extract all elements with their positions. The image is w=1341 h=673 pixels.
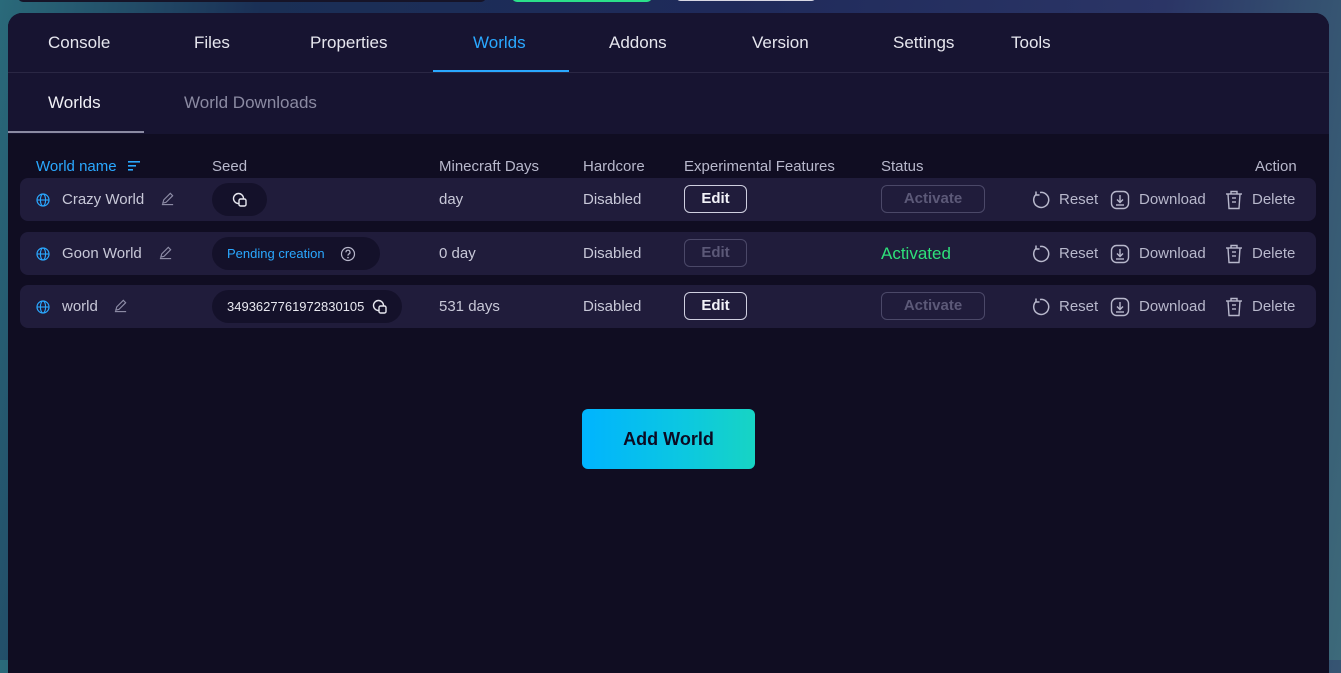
world-name: Crazy World	[62, 191, 145, 208]
delete-label: Delete	[1252, 245, 1296, 262]
edit-experimental-button[interactable]: Edit	[684, 239, 747, 267]
delete-button[interactable]: Delete	[1225, 285, 1295, 328]
activate-button[interactable]: Activate	[881, 185, 985, 213]
tab-tools[interactable]: Tools	[1011, 13, 1051, 72]
table-row: Crazy World day Disabled Edit Activate R…	[20, 178, 1316, 221]
reset-button[interactable]: Reset	[1030, 232, 1098, 275]
tab-files[interactable]: Files	[194, 13, 230, 72]
copy-icon	[373, 299, 388, 314]
download-label: Download	[1139, 298, 1206, 315]
minecraft-days: day	[439, 191, 464, 208]
rename-pencil-icon[interactable]	[158, 245, 173, 260]
copy-icon	[232, 192, 247, 207]
edit-experimental-button[interactable]: Edit	[684, 185, 747, 213]
reset-label: Reset	[1059, 191, 1099, 208]
pending-creation-label: Pending creation	[227, 246, 325, 261]
reset-icon	[1032, 191, 1050, 208]
hardcore-value: Disabled	[583, 298, 642, 315]
seed-copy-button[interactable]	[212, 183, 267, 216]
download-icon	[1110, 190, 1130, 209]
edit-experimental-button[interactable]: Edit	[684, 292, 747, 320]
trash-icon	[1226, 244, 1242, 263]
world-name: world	[62, 298, 98, 315]
active-subtab-indicator	[8, 131, 144, 133]
add-world-button[interactable]: Add World	[582, 409, 755, 469]
tab-version[interactable]: Version	[752, 13, 809, 72]
download-button[interactable]: Download	[1110, 232, 1206, 275]
top-bar-green-button[interactable]	[512, 0, 652, 2]
download-button[interactable]: Download	[1110, 178, 1206, 221]
globe-icon	[36, 300, 50, 314]
delete-button[interactable]: Delete	[1225, 232, 1295, 275]
active-tab-indicator	[433, 70, 569, 72]
seed-value: 3493627761972830105	[227, 299, 365, 314]
activate-button[interactable]: Activate	[881, 292, 985, 320]
header-world-name-label: World name	[36, 158, 117, 175]
download-label: Download	[1139, 191, 1206, 208]
delete-button[interactable]: Delete	[1225, 178, 1295, 221]
top-bar-left	[18, 0, 486, 2]
tab-addons[interactable]: Addons	[609, 13, 667, 72]
tab-settings[interactable]: Settings	[893, 13, 954, 72]
server-panel: Console Files Properties Worlds Addons V…	[8, 13, 1329, 673]
sub-tabs: Worlds World Downloads	[8, 73, 1329, 134]
reset-button[interactable]: Reset	[1030, 285, 1098, 328]
reset-icon	[1032, 245, 1050, 262]
seed-copy-button[interactable]: 3493627761972830105	[212, 290, 402, 323]
trash-icon	[1226, 297, 1242, 316]
download-button[interactable]: Download	[1110, 285, 1206, 328]
status-activated: Activated	[881, 244, 951, 263]
pending-creation-badge: Pending creation	[212, 237, 380, 270]
download-icon	[1110, 297, 1130, 316]
reset-button[interactable]: Reset	[1030, 178, 1098, 221]
tab-worlds[interactable]: Worlds	[473, 13, 526, 72]
rename-pencil-icon[interactable]	[160, 191, 175, 206]
tab-properties[interactable]: Properties	[310, 13, 387, 72]
reset-label: Reset	[1059, 245, 1099, 262]
tab-console[interactable]: Console	[48, 13, 110, 72]
minecraft-days: 0 day	[439, 245, 476, 262]
minecraft-days: 531 days	[439, 298, 500, 315]
download-label: Download	[1139, 245, 1206, 262]
top-bar-light-button[interactable]	[676, 0, 816, 1]
help-icon[interactable]	[340, 246, 356, 262]
reset-label: Reset	[1059, 298, 1099, 315]
table-row: Goon World Pending creation 0 day Disabl…	[20, 232, 1316, 275]
hardcore-value: Disabled	[583, 191, 642, 208]
rename-pencil-icon[interactable]	[113, 298, 128, 313]
reset-icon	[1032, 298, 1050, 315]
globe-icon	[36, 247, 50, 261]
delete-label: Delete	[1252, 298, 1296, 315]
hardcore-value: Disabled	[583, 245, 642, 262]
download-icon	[1110, 244, 1130, 263]
top-bar-remnants	[0, 0, 1341, 14]
sort-icon[interactable]	[127, 160, 141, 172]
subtab-world-downloads[interactable]: World Downloads	[184, 73, 317, 134]
globe-icon	[36, 193, 50, 207]
world-name: Goon World	[62, 245, 142, 262]
delete-label: Delete	[1252, 191, 1296, 208]
table-row: world 3493627761972830105 531 days Disab…	[20, 285, 1316, 328]
trash-icon	[1226, 190, 1242, 209]
main-tabs: Console Files Properties Worlds Addons V…	[8, 13, 1329, 73]
subtab-worlds[interactable]: Worlds	[48, 73, 101, 134]
